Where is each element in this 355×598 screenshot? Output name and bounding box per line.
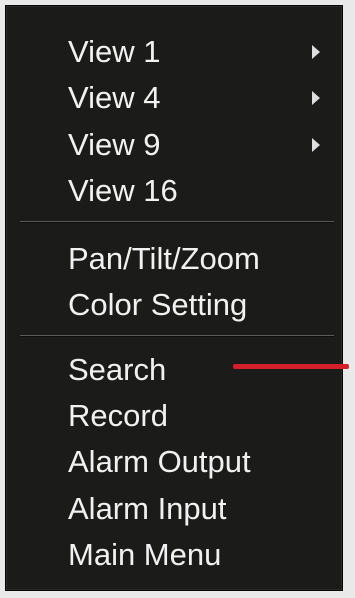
menu-item-label: View 9 [68, 127, 161, 162]
submenu-arrow-icon [312, 45, 320, 59]
annotation-pointer-line [233, 364, 349, 369]
menu-item-label: Pan/Tilt/Zoom [68, 241, 260, 276]
menu-item-alarm-input[interactable]: Alarm Input [68, 487, 328, 531]
menu-item-label: Alarm Output [68, 444, 251, 479]
menu-item-view-4[interactable]: View 4 [68, 76, 328, 120]
menu-item-label: Search [68, 352, 167, 387]
menu-item-label: View 16 [68, 173, 178, 208]
menu-item-label: View 4 [68, 80, 161, 115]
menu-item-label: Alarm Input [68, 491, 227, 526]
menu-item-alarm-output[interactable]: Alarm Output [68, 440, 328, 484]
menu-item-label: Record [68, 398, 168, 433]
submenu-arrow-icon [312, 91, 320, 105]
menu-item-label: View 1 [68, 34, 161, 69]
menu-item-view-1[interactable]: View 1 [68, 30, 328, 74]
menu-divider [20, 221, 334, 223]
menu-item-label: Main Menu [68, 537, 222, 572]
menu-item-pan-tilt-zoom[interactable]: Pan/Tilt/Zoom [68, 237, 328, 281]
menu-divider [20, 335, 334, 337]
menu-item-label: Color Setting [68, 287, 248, 322]
menu-item-search[interactable]: Search [68, 348, 328, 392]
submenu-arrow-icon [312, 138, 320, 152]
menu-item-color-setting[interactable]: Color Setting [68, 283, 328, 327]
menu-item-view-16[interactable]: View 16 [68, 169, 328, 213]
context-menu: View 1 View 4 View 9 View 16 Pan/Tilt/Zo… [5, 5, 343, 591]
menu-item-record[interactable]: Record [68, 394, 328, 438]
menu-item-main-menu[interactable]: Main Menu [68, 533, 328, 577]
menu-item-view-9[interactable]: View 9 [68, 123, 328, 167]
